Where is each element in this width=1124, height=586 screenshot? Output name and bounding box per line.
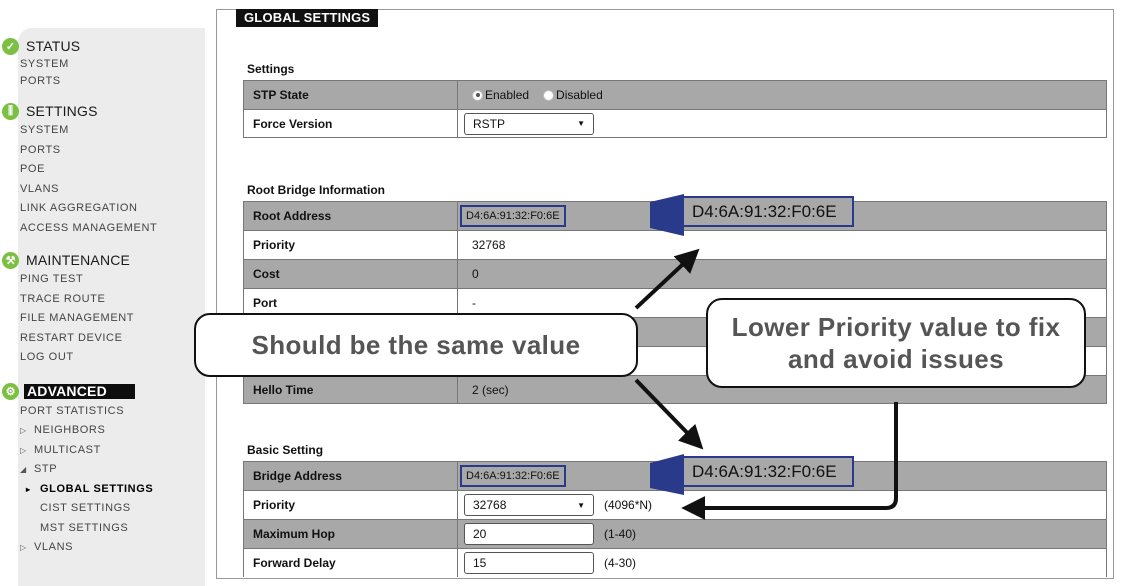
zoom-connector-root	[650, 194, 684, 236]
zoom-connector-bridge	[650, 454, 684, 495]
arrow-to-bridge-address	[634, 378, 704, 450]
arrow-to-root-address	[634, 248, 700, 310]
same-value-note: Should be the same value	[194, 313, 638, 377]
zoom-callout-bridge-address: D4:6A:91:32:F0:6E	[682, 456, 854, 487]
annotation-overlay	[634, 194, 898, 520]
zoom-callout-root-address: D4:6A:91:32:F0:6E	[682, 196, 854, 227]
priority-note: Lower Priority value to fix and avoid is…	[706, 298, 1086, 388]
arrow-to-priority	[681, 402, 898, 520]
